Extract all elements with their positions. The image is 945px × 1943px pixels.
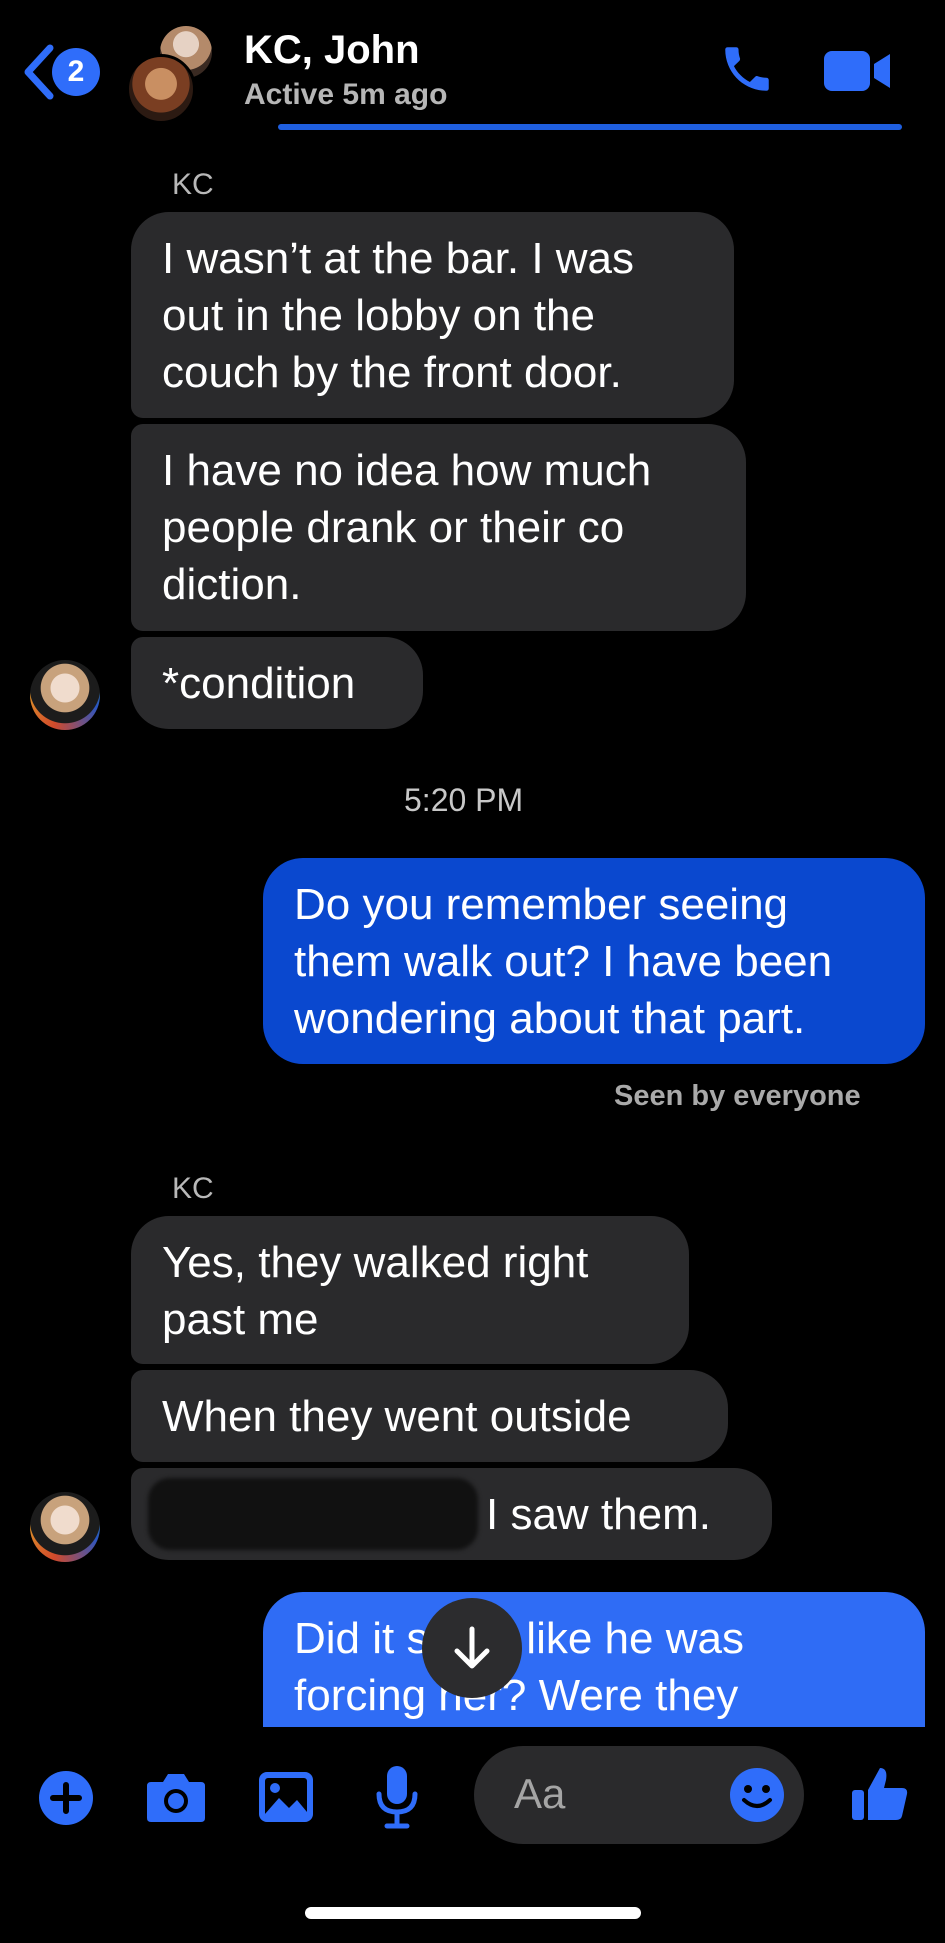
active-status: Active 5m ago [244,78,448,111]
emoji-icon[interactable] [728,1766,786,1824]
header-divider [278,124,902,130]
microphone-icon[interactable] [375,1764,419,1830]
scroll-to-bottom-button[interactable] [422,1598,522,1698]
message-bubble-incoming[interactable]: I wasn’t at the bar. I was out in the lo… [131,212,734,418]
message-bubble-incoming[interactable]: I have no idea how much people drank or … [131,424,746,631]
camera-icon[interactable] [145,1770,207,1824]
arrow-down-icon [454,1626,490,1669]
message-bubble-incoming[interactable]: When they went outside [131,1370,728,1462]
participant-avatar-john [126,54,196,124]
message-bubble-incoming[interactable]: Yes, they walked right past me [131,1216,689,1364]
redacted-text [148,1478,478,1550]
message-timestamp: 5:20 PM [404,782,524,818]
sender-avatar[interactable] [30,1492,100,1562]
message-input-placeholder: Aa [514,1770,566,1817]
message-bubble-incoming[interactable]: *condition [131,637,423,729]
photo-icon[interactable] [257,1770,315,1824]
plus-icon[interactable] [38,1770,94,1826]
conversation-title[interactable]: KC, John [244,28,420,73]
unread-count-badge[interactable]: 2 [52,48,100,96]
video-camera-icon[interactable] [822,46,892,96]
home-indicator [305,1907,641,1919]
phone-icon[interactable] [718,40,776,98]
message-bubble-outgoing[interactable]: Do you remember seeing them walk out? I … [263,858,925,1064]
sender-name: KC [172,1172,214,1205]
sender-name: KC [172,168,214,201]
sender-avatar[interactable] [30,660,100,730]
thumbs-up-icon[interactable] [850,1764,910,1824]
read-receipt: Seen by everyone [614,1080,861,1112]
message-bubble-outgoing[interactable]: Did it seem like he was forcing her? Wer… [263,1592,925,1727]
